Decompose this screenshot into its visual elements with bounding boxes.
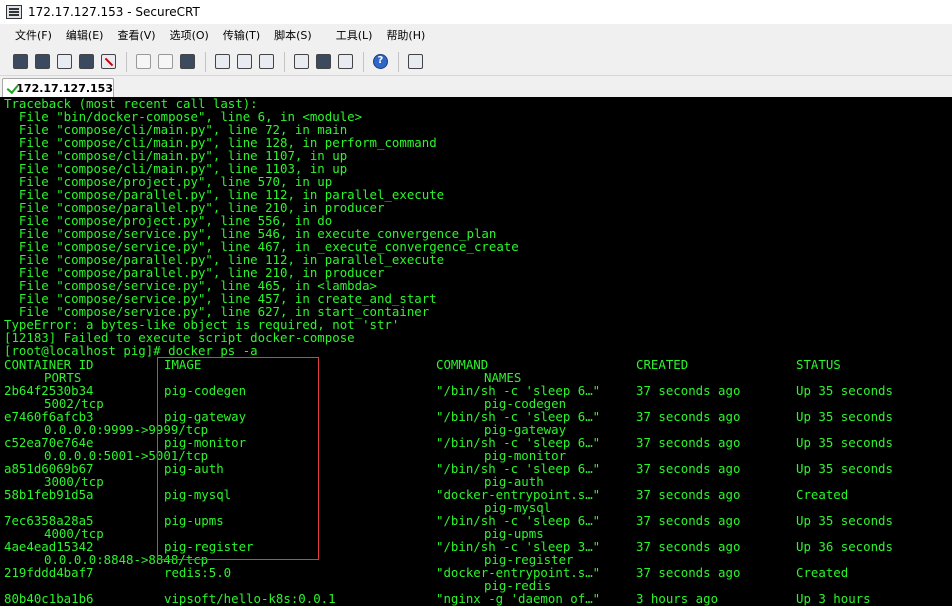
disconnect-icon bbox=[100, 54, 116, 69]
container-status: Created bbox=[796, 487, 849, 502]
toolbar bbox=[0, 48, 952, 76]
container-row: 2b64f2530b34 pig-codegen "/bin/sh -c 'slee… bbox=[0, 384, 952, 397]
container-image: pig-codegen bbox=[164, 383, 247, 398]
container-image: pig-mysql bbox=[164, 487, 232, 502]
quick-connect-icon bbox=[34, 54, 50, 69]
connect-tab-button[interactable] bbox=[54, 52, 74, 72]
session-tab-label: 172.17.127.153 bbox=[16, 81, 113, 95]
global-options-button[interactable] bbox=[313, 52, 333, 72]
container-row: 58b1feb91d5a pig-mysql "docker-entrypoint.… bbox=[0, 488, 952, 501]
container-id: 80b40c1ba1b6 bbox=[4, 591, 94, 606]
container-created: 37 seconds ago bbox=[636, 461, 741, 476]
container-row: a851d6069b67 pig-auth "/bin/sh -c 'sleep 6… bbox=[0, 462, 952, 475]
connect-icon bbox=[12, 54, 28, 69]
container-row: 219fddd4baf7 redis:5.0 "docker-entrypoint.… bbox=[0, 566, 952, 579]
toolbar-separator bbox=[284, 51, 285, 72]
session-tab[interactable]: 172.17.127.153 bbox=[2, 78, 114, 97]
keymap-icon bbox=[337, 54, 353, 69]
global-options-icon bbox=[315, 54, 331, 69]
container-id: 219fddd4baf7 bbox=[4, 565, 94, 580]
reconnect-icon bbox=[78, 54, 94, 69]
print-setup-icon bbox=[236, 54, 252, 69]
container-status: Up 36 seconds bbox=[796, 539, 893, 554]
copy-icon bbox=[135, 54, 151, 69]
menu-bar: 文件(F) 编辑(E) 查看(V) 选项(O) 传输(T) 脚本(S) 工具(L… bbox=[0, 24, 952, 48]
toolbar-separator bbox=[205, 51, 206, 72]
container-id: 58b1feb91d5a bbox=[4, 487, 94, 502]
session-tab-bar: 172.17.127.153 bbox=[0, 76, 952, 97]
menu-help[interactable]: 帮助(H) bbox=[379, 24, 432, 48]
header-image: IMAGE bbox=[164, 357, 202, 372]
connect-tab-icon bbox=[56, 54, 72, 69]
menu-view[interactable]: 查看(V) bbox=[110, 24, 162, 48]
container-command: "nginx -g 'daemon of…" bbox=[436, 591, 601, 606]
ps-header-row: CONTAINER ID IMAGE COMMAND CREATED STATU… bbox=[0, 358, 952, 371]
container-created: 37 seconds ago bbox=[636, 383, 741, 398]
shell-prompt-line: [root@localhost pig]# docker ps -a bbox=[4, 343, 258, 358]
toolbar-separator bbox=[126, 51, 127, 72]
disconnect-button[interactable] bbox=[98, 52, 118, 72]
terminal-view[interactable]: Traceback (most recent call last): File … bbox=[0, 97, 952, 606]
paste-button[interactable] bbox=[155, 52, 175, 72]
menu-options[interactable]: 选项(O) bbox=[163, 24, 216, 48]
container-created: 37 seconds ago bbox=[636, 539, 741, 554]
container-created: 37 seconds ago bbox=[636, 409, 741, 424]
copy-button[interactable] bbox=[133, 52, 153, 72]
toolbar-separator bbox=[398, 51, 399, 72]
paste-icon bbox=[157, 54, 173, 69]
container-image: redis:5.0 bbox=[164, 565, 232, 580]
container-created: 37 seconds ago bbox=[636, 513, 741, 528]
container-row: 7ec6358a28a5 pig-upms "/bin/sh -c 'sleep 6… bbox=[0, 514, 952, 527]
print-icon bbox=[214, 54, 230, 69]
container-row: 80b40c1ba1b6 vipsoft/hello-k8s:0.0.1 "ngin… bbox=[0, 592, 952, 605]
container-created: 37 seconds ago bbox=[636, 565, 741, 580]
reconnect-button[interactable] bbox=[76, 52, 96, 72]
container-image: pig-upms bbox=[164, 513, 224, 528]
about-button[interactable] bbox=[405, 52, 425, 72]
print-setup-button[interactable] bbox=[234, 52, 254, 72]
help-button[interactable] bbox=[370, 52, 390, 72]
container-image: pig-auth bbox=[164, 461, 224, 476]
keymap-button[interactable] bbox=[335, 52, 355, 72]
menu-script[interactable]: 脚本(S) bbox=[267, 24, 319, 48]
container-status: Up 35 seconds bbox=[796, 435, 893, 450]
header-created: CREATED bbox=[636, 357, 689, 372]
docker-ps-table: CONTAINER ID IMAGE COMMAND CREATED STATU… bbox=[0, 358, 952, 605]
print-screen-button[interactable] bbox=[256, 52, 276, 72]
session-options-button[interactable] bbox=[291, 52, 311, 72]
header-command: COMMAND bbox=[436, 357, 489, 372]
print-screen-icon bbox=[258, 54, 274, 69]
header-status: STATUS bbox=[796, 357, 841, 372]
container-status: Created bbox=[796, 565, 849, 580]
quick-connect-button[interactable] bbox=[32, 52, 52, 72]
print-button[interactable] bbox=[212, 52, 232, 72]
container-image: vipsoft/hello-k8s:0.0.1 bbox=[164, 591, 336, 606]
securecrt-app-icon bbox=[6, 5, 22, 19]
find-button[interactable] bbox=[177, 52, 197, 72]
container-created: 3 hours ago bbox=[636, 591, 719, 606]
container-status: Up 35 seconds bbox=[796, 383, 893, 398]
window-title: 172.17.127.153 - SecureCRT bbox=[28, 5, 200, 19]
container-created: 37 seconds ago bbox=[636, 487, 741, 502]
menu-transfer[interactable]: 传输(T) bbox=[216, 24, 267, 48]
about-icon bbox=[407, 54, 423, 69]
connected-check-icon bbox=[7, 82, 12, 94]
find-icon bbox=[179, 54, 195, 69]
container-status: Up 35 seconds bbox=[796, 461, 893, 476]
menu-edit[interactable]: 编辑(E) bbox=[59, 24, 111, 48]
terminal-output: Traceback (most recent call last): File … bbox=[4, 97, 519, 357]
title-bar: 172.17.127.153 - SecureCRT bbox=[0, 0, 952, 24]
connect-button[interactable] bbox=[10, 52, 30, 72]
toolbar-separator bbox=[363, 51, 364, 72]
session-options-icon bbox=[293, 54, 309, 69]
container-status: Up 3 hours bbox=[796, 591, 871, 606]
container-status: Up 35 seconds bbox=[796, 409, 893, 424]
container-created: 37 seconds ago bbox=[636, 435, 741, 450]
container-status: Up 35 seconds bbox=[796, 513, 893, 528]
help-icon bbox=[372, 54, 388, 69]
menu-file[interactable]: 文件(F) bbox=[8, 24, 59, 48]
menu-tools[interactable]: 工具(L) bbox=[329, 24, 380, 48]
